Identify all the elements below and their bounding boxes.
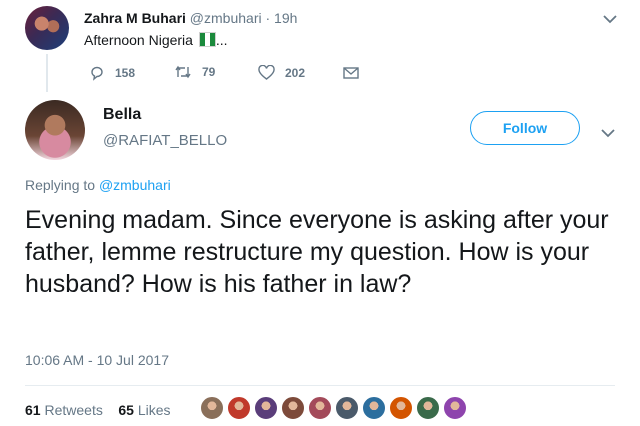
liker-avatar[interactable] [308,396,332,420]
parent-like-count: 202 [285,65,306,80]
replying-handle-link[interactable]: @zmbuhari [99,177,171,193]
reply-icon [91,66,103,81]
liker-avatar[interactable] [416,396,440,420]
parent-text-suffix: ... [215,32,228,48]
parent-text-body: Afternoon Nigeria [84,32,193,48]
parent-tweet-text: Afternoon Nigeria ... [84,32,228,48]
main-avatar[interactable] [25,100,85,160]
retweets-label: Retweets [44,402,103,418]
likes-label: Likes [137,402,171,418]
tweet-stats: 61 Retweets 65 Likes [25,402,171,418]
parent-retweet-action[interactable]: 79 [174,65,215,79]
envelope-icon [343,67,359,79]
parent-reply-action[interactable]: 158 [89,65,135,81]
main-chevron-down-icon[interactable] [601,126,615,141]
main-tweet-text: Evening madam. Since everyone is asking … [25,206,609,298]
main-author-name[interactable]: Bella [103,106,141,124]
parent-author-handle[interactable]: @zmbuhari · 19h [190,10,298,26]
replying-prefix: Replying to [25,177,96,193]
liker-avatar[interactable] [335,396,359,420]
liker-avatar[interactable] [389,396,413,420]
likes-count: 65 [118,402,134,418]
liker-avatar[interactable] [200,396,224,420]
parent-header: Zahra M Buhari @zmbuhari · 19h [84,10,297,26]
retweets-count: 61 [25,402,41,418]
parent-author-name[interactable]: Zahra M Buhari [84,10,186,26]
liker-avatar[interactable] [443,396,467,420]
follow-button[interactable]: Follow [470,111,580,145]
liker-avatars [200,396,470,420]
liker-avatar[interactable] [254,396,278,420]
retweets-stat[interactable]: 61 Retweets [25,402,103,418]
thread-line [46,54,48,92]
main-author-handle[interactable]: @RAFIAT_BELLO [103,132,227,149]
liker-avatar[interactable] [227,396,251,420]
divider [25,385,615,386]
likes-stat[interactable]: 65 Likes [118,402,170,418]
parent-chevron-down-icon[interactable] [603,12,617,27]
liker-avatar[interactable] [281,396,305,420]
parent-like-action[interactable]: 202 [258,65,305,80]
parent-message-action[interactable] [343,67,369,79]
retweet-icon [175,65,191,79]
parent-reply-count: 158 [115,66,136,80]
replying-to: Replying to @zmbuhari [25,177,171,193]
nigeria-flag-icon [198,32,216,47]
parent-retweet-count: 79 [202,65,216,79]
liker-avatar[interactable] [362,396,386,420]
tweet-timestamp[interactable]: 10:06 AM - 10 Jul 2017 [25,352,169,368]
heart-icon [258,65,275,80]
parent-avatar[interactable] [25,6,69,50]
